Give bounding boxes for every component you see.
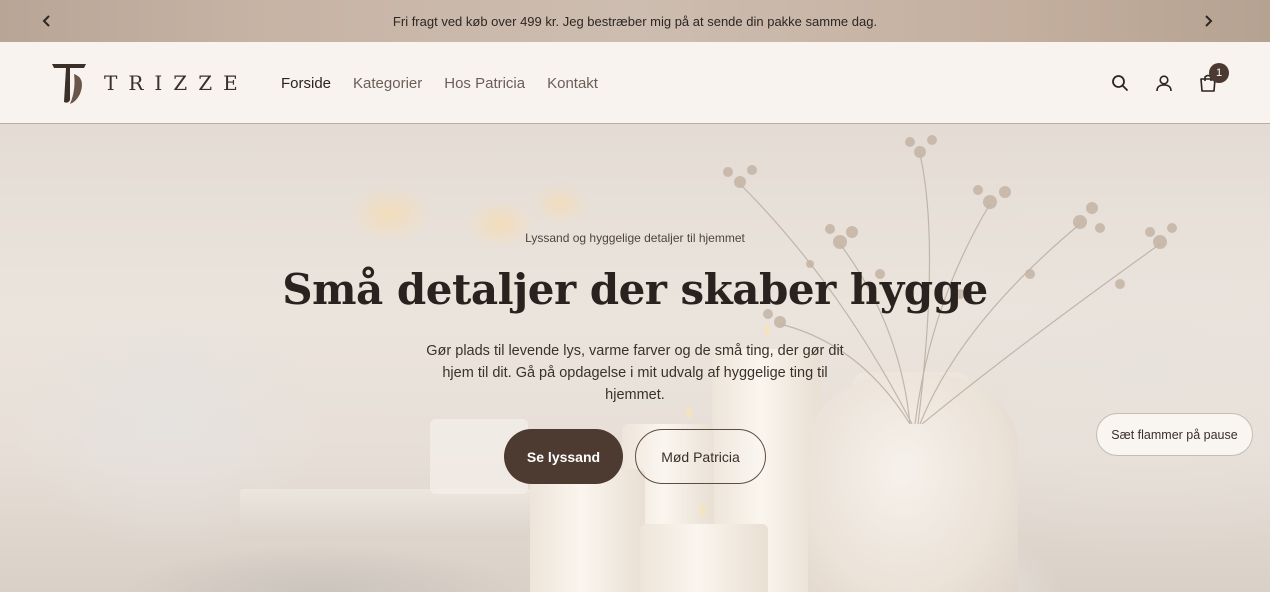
cart-button[interactable]: 1 bbox=[1186, 61, 1230, 105]
account-button[interactable] bbox=[1142, 61, 1186, 105]
hero-eyebrow: Lyssand og hyggelige detaljer til hjemme… bbox=[525, 231, 745, 245]
nav-item-hos-patricia[interactable]: Hos Patricia bbox=[444, 75, 525, 92]
hero-subtext: Gør plads til levende lys, varme farver … bbox=[426, 343, 844, 403]
search-button[interactable] bbox=[1098, 61, 1142, 105]
short-candle-image bbox=[640, 524, 768, 592]
pillar-candle-image bbox=[530, 469, 645, 592]
account-icon bbox=[1156, 75, 1172, 92]
cart-count-badge: 1 bbox=[1209, 63, 1229, 83]
search-icon bbox=[1112, 75, 1128, 91]
hero-section: Lyssand og hyggelige detaljer til hjemme… bbox=[0, 124, 1270, 592]
logo-link[interactable]: TRIZZE bbox=[50, 60, 249, 106]
se-lyssand-button[interactable]: Se lyssand bbox=[504, 429, 623, 484]
hero-headline: Små detaljer der skaber hygge bbox=[282, 265, 988, 314]
chevron-right-icon bbox=[1205, 15, 1213, 27]
nav-item-kategorier[interactable]: Kategorier bbox=[353, 75, 422, 92]
nav-item-kontakt[interactable]: Kontakt bbox=[547, 75, 598, 92]
nav-item-forside[interactable]: Forside bbox=[281, 75, 331, 92]
mod-patricia-button[interactable]: Mød Patricia bbox=[635, 429, 766, 484]
announcement-text: Fri fragt ved køb over 499 kr. Jeg bestr… bbox=[392, 13, 878, 29]
logo-text: TRIZZE bbox=[104, 71, 249, 95]
blanket-image bbox=[120, 544, 520, 592]
announcement-next-button[interactable] bbox=[1187, 0, 1229, 42]
pause-flames-button[interactable]: Sæt flammer på pause bbox=[1096, 413, 1253, 456]
site-header: TRIZZE Forside Kategorier Hos Patricia K… bbox=[0, 42, 1270, 124]
trizze-logo-icon bbox=[52, 64, 86, 104]
books-image bbox=[240, 489, 540, 539]
header-icons: 1 bbox=[1098, 42, 1230, 124]
announcement-bar: Fri fragt ved køb over 499 kr. Jeg bestr… bbox=[0, 0, 1270, 42]
main-nav: Forside Kategorier Hos Patricia Kontakt bbox=[281, 42, 620, 124]
candle-flame-image bbox=[700, 504, 706, 516]
announcement-prev-button[interactable] bbox=[26, 0, 68, 42]
chevron-left-icon bbox=[42, 15, 50, 27]
